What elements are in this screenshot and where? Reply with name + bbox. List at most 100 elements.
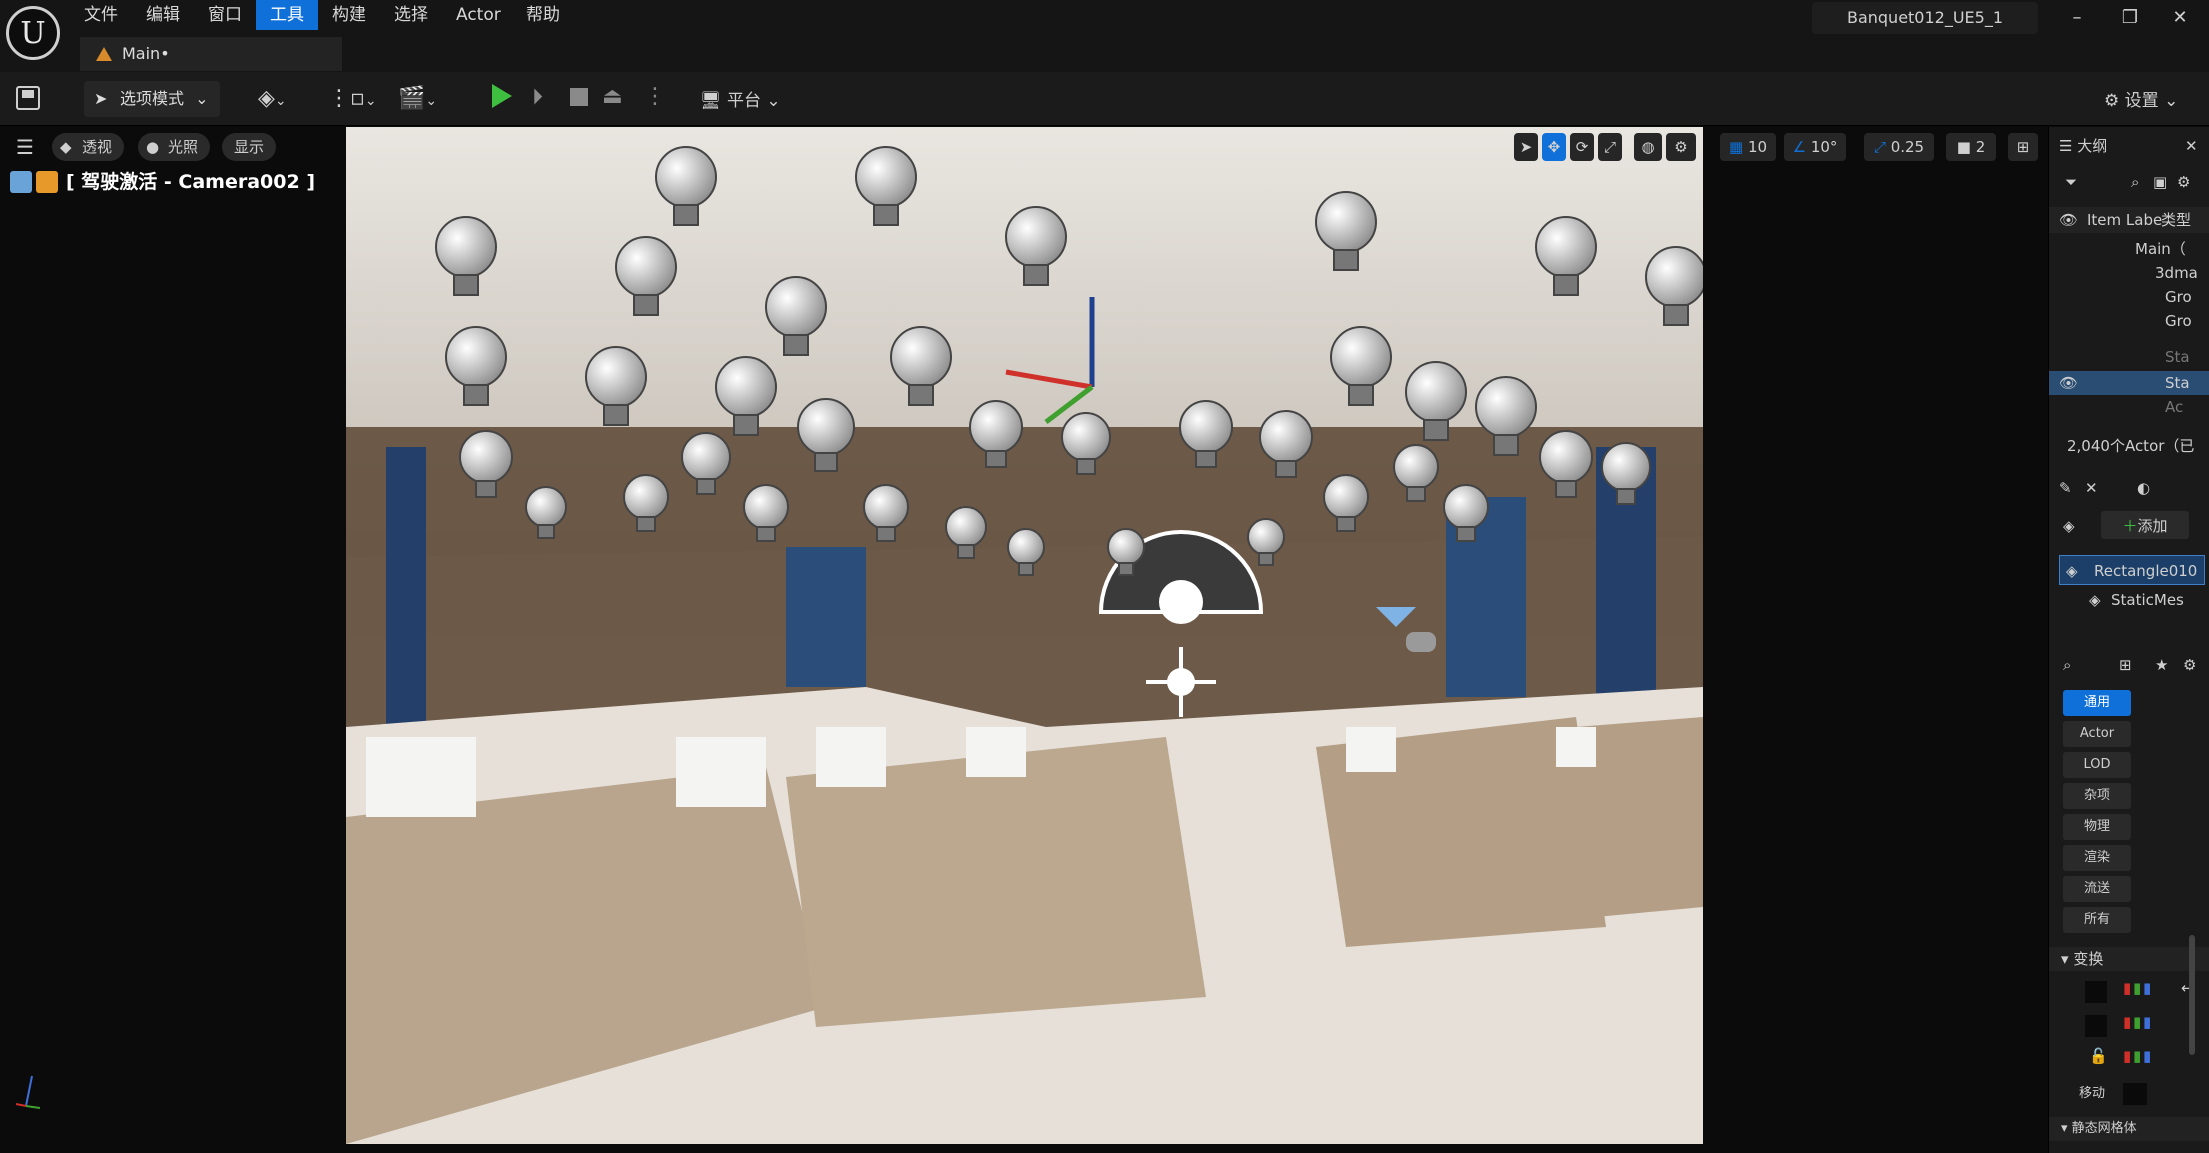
outliner-row-selected[interactable]: 👁 Sta bbox=[2049, 371, 2209, 395]
x-field-icon[interactable]: ▮ bbox=[2123, 979, 2131, 997]
category-rendering[interactable]: 渲染 bbox=[2063, 845, 2131, 871]
filter-icon[interactable]: ⏷ bbox=[2065, 173, 2077, 191]
category-general[interactable]: 通用 bbox=[2063, 690, 2131, 716]
stop-icon[interactable] bbox=[570, 88, 588, 106]
outliner-row[interactable]: Ac bbox=[2049, 395, 2209, 419]
outliner-row-label: Sta bbox=[2165, 374, 2190, 392]
platform-button[interactable]: 🖥 平台 ⌄ bbox=[700, 86, 781, 111]
restore-button[interactable]: ❐ bbox=[2108, 4, 2152, 32]
menu-actor[interactable]: Actor bbox=[442, 0, 515, 30]
add-component-button[interactable]: ＋添加 bbox=[2101, 511, 2189, 539]
grid-snap-button[interactable]: ▦ 10 bbox=[1720, 133, 1776, 161]
column-item-label[interactable]: Item Labe bbox=[2087, 207, 2162, 233]
menu-build[interactable]: 构建 bbox=[318, 0, 380, 30]
surface-snap-icon[interactable]: ⚙ bbox=[1666, 133, 1696, 161]
menu-help[interactable]: 帮助 bbox=[512, 0, 574, 30]
camera-speed-value: 2 bbox=[1975, 138, 1986, 156]
menu-window[interactable]: 窗口 bbox=[194, 0, 256, 30]
location-dropdown[interactable] bbox=[2085, 981, 2107, 1003]
visibility-icon[interactable]: 👁 bbox=[2059, 211, 2078, 229]
gear-icon[interactable]: ⚙ bbox=[2183, 651, 2196, 679]
x-field-icon[interactable]: ▮ bbox=[2123, 1047, 2131, 1065]
lighting-button[interactable]: ● 光照 bbox=[138, 133, 211, 161]
outliner-row[interactable]: 3dma bbox=[2049, 261, 2209, 285]
y-field-icon[interactable]: ▮ bbox=[2133, 979, 2141, 997]
outliner-row[interactable]: Main（ bbox=[2049, 237, 2209, 261]
category-streaming[interactable]: 流送 bbox=[2063, 876, 2131, 902]
menu-file[interactable]: 文件 bbox=[70, 0, 132, 30]
settings-button[interactable]: ⚙ 设置 ⌄ bbox=[2104, 86, 2178, 111]
favorite-icon[interactable]: ★ bbox=[2155, 651, 2168, 679]
search-icon[interactable]: ⌕ bbox=[2063, 651, 2071, 679]
save-icon[interactable] bbox=[16, 86, 40, 110]
visibility-icon[interactable]: 👁 bbox=[2059, 374, 2078, 392]
details-scrollbar[interactable] bbox=[2189, 935, 2195, 1055]
cinematics-icon[interactable]: 🎬⌄ bbox=[398, 86, 437, 111]
more-options-icon[interactable]: ⋮ bbox=[644, 84, 666, 109]
rotate-tool-icon[interactable]: ⟳ bbox=[1570, 133, 1594, 161]
add-content-icon[interactable]: ◈⌄ bbox=[258, 86, 287, 111]
blueprint-icon[interactable]: ⋮▫⌄ bbox=[328, 86, 377, 111]
y-field-icon[interactable]: ▮ bbox=[2133, 1013, 2141, 1031]
close-icon[interactable]: ✕ bbox=[2185, 133, 2198, 159]
transform-section[interactable]: ▾ 变换 bbox=[2049, 947, 2209, 971]
step-icon[interactable]: ⏵ bbox=[532, 85, 543, 110]
scale-tool-icon[interactable]: ⤢ bbox=[1598, 133, 1622, 161]
category-all[interactable]: 所有 bbox=[2063, 907, 2131, 933]
search-icon[interactable]: ⌕ bbox=[2131, 169, 2139, 195]
menu-edit[interactable]: 编辑 bbox=[132, 0, 194, 30]
gear-icon[interactable]: ⚙ bbox=[2177, 169, 2190, 195]
close-icon[interactable]: ✕ bbox=[2085, 475, 2098, 501]
category-physics[interactable]: 物理 bbox=[2063, 814, 2131, 840]
outliner-title: 大纲 bbox=[2077, 137, 2108, 155]
select-tool-icon[interactable]: ➤ bbox=[1514, 133, 1538, 161]
outliner-row[interactable]: Gro bbox=[2049, 309, 2209, 333]
outliner-row[interactable]: Gro bbox=[2049, 285, 2209, 309]
rotation-snap-button[interactable]: ∠ 10° bbox=[1784, 133, 1846, 161]
table-view-icon[interactable]: ⊞ bbox=[2119, 651, 2132, 679]
pilot-camera-label[interactable]: [ 驾驶激活 - Camera002 ] bbox=[10, 167, 315, 197]
actor-icon[interactable]: ◈ bbox=[2063, 511, 2075, 541]
world-space-icon[interactable]: ◍ bbox=[1634, 133, 1662, 161]
component-child[interactable]: ◈ StaticMes bbox=[2049, 587, 2209, 613]
hamburger-menu-icon[interactable]: ☰ bbox=[16, 135, 34, 159]
z-field-icon[interactable]: ▮ bbox=[2143, 979, 2151, 997]
menu-select[interactable]: 选择 bbox=[380, 0, 442, 30]
show-button[interactable]: 显示 bbox=[222, 133, 277, 161]
static-mesh-section[interactable]: ▾ 静态网格体 bbox=[2049, 1117, 2209, 1141]
world-settings-icon[interactable]: ◐ bbox=[2137, 475, 2150, 501]
camera-speed-button[interactable]: ■ 2 bbox=[1946, 133, 1996, 161]
z-field-icon[interactable]: ▮ bbox=[2143, 1013, 2151, 1031]
eject-pilot-icon[interactable] bbox=[10, 171, 32, 193]
rotation-dropdown[interactable] bbox=[2085, 1015, 2107, 1037]
level-viewport[interactable]: ➤ ✥ ⟳ ⤢ ◍ ⚙ bbox=[346, 127, 1703, 1144]
unreal-logo-icon[interactable]: U bbox=[6, 6, 60, 60]
translate-tool-icon[interactable]: ✥ bbox=[1542, 133, 1566, 161]
level-tab-main[interactable]: Main• bbox=[80, 37, 342, 71]
z-field-icon[interactable]: ▮ bbox=[2143, 1047, 2151, 1065]
details-icon[interactable]: ✎ bbox=[2059, 479, 2072, 497]
category-misc[interactable]: 杂项 bbox=[2063, 783, 2131, 809]
outliner-row-label: Gro bbox=[2165, 288, 2192, 306]
minimize-button[interactable]: – bbox=[2055, 4, 2099, 32]
column-type[interactable]: 类型 bbox=[2161, 207, 2191, 233]
component-root[interactable]: ◈ Rectangle010 bbox=[2059, 555, 2205, 585]
perspective-button[interactable]: ◆ 透视 bbox=[52, 133, 125, 161]
layout-icon[interactable]: ⊞ bbox=[2008, 133, 2038, 161]
category-lod[interactable]: LOD bbox=[2063, 752, 2131, 778]
outliner-row-label: Sta bbox=[2165, 348, 2190, 366]
mode-select-button[interactable]: ➤ 选项模式 ⌄ bbox=[84, 81, 220, 117]
eject-icon[interactable]: ⏏ bbox=[602, 84, 623, 109]
y-field-icon[interactable]: ▮ bbox=[2133, 1047, 2141, 1065]
scale-snap-button[interactable]: ⤢ 0.25 bbox=[1864, 133, 1934, 161]
close-button[interactable]: ✕ bbox=[2158, 4, 2202, 32]
category-actor[interactable]: Actor bbox=[2063, 721, 2131, 747]
angle-icon: ∠ bbox=[1792, 138, 1807, 156]
mobility-toggle[interactable] bbox=[2123, 1083, 2147, 1105]
outliner-row[interactable]: Sta bbox=[2049, 345, 2209, 369]
play-icon[interactable] bbox=[492, 84, 512, 108]
menu-tools[interactable]: 工具 bbox=[256, 0, 318, 30]
lock-icon[interactable]: 🔓 bbox=[2089, 1047, 2108, 1065]
add-folder-icon[interactable]: ▣ bbox=[2153, 169, 2167, 195]
x-field-icon[interactable]: ▮ bbox=[2123, 1013, 2131, 1031]
